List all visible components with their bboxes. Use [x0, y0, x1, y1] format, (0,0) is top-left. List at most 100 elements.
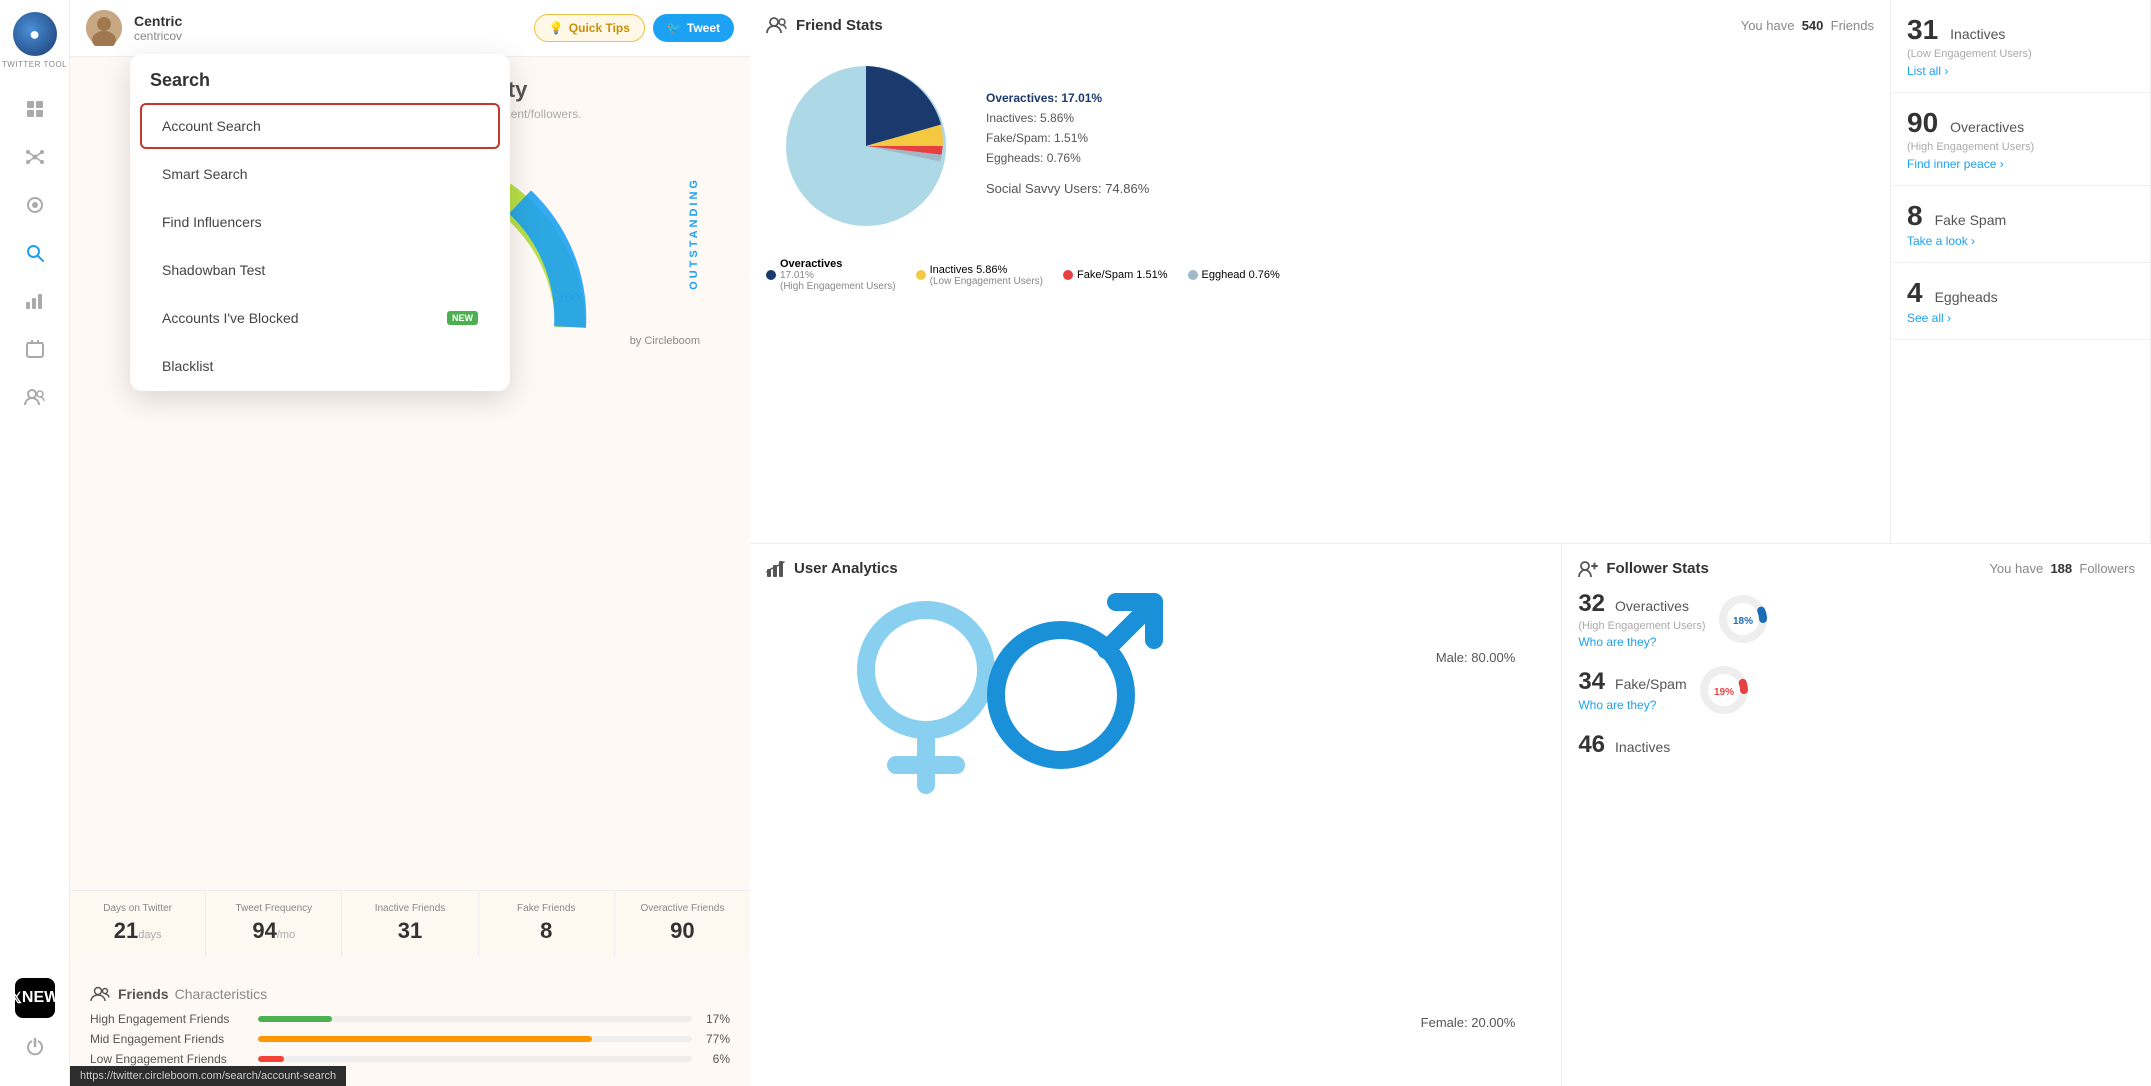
app-name: TWITTER TOOL — [2, 60, 67, 69]
legend-social-savvy: Social Savvy Users: 74.86% — [986, 181, 1149, 196]
quick-tips-button[interactable]: 💡 Quick Tips — [534, 14, 645, 42]
dropdown-item-find-influencers[interactable]: Find Influencers — [140, 199, 500, 245]
cat-fakespam-text: Fake/Spam 1.51% — [1077, 269, 1168, 281]
follower-link[interactable]: Who are they? — [1578, 698, 1686, 712]
female-symbol — [846, 600, 1006, 800]
stats-sidebar: 31 Inactives (Low Engagement Users) List… — [1891, 0, 2151, 543]
stat-card-eggheads: 4 Eggheads See all › — [1891, 263, 2150, 340]
cat-overactives: Overactives 17.01% (High Engagement User… — [766, 258, 896, 292]
user-info: Centric centricov — [134, 13, 522, 43]
dropdown-item-account-search[interactable]: Account Search — [140, 103, 500, 149]
follower-stats-label: Follower Stats — [1606, 560, 1709, 577]
user-analytics-title: User Analytics — [766, 560, 1545, 578]
pie-chart — [766, 46, 966, 246]
tweet-icon: 🐦 — [667, 21, 682, 35]
search-dropdown: Search Account SearchSmart SearchFind In… — [130, 54, 510, 391]
male-symbol — [986, 590, 1166, 770]
friend-bar-row: High Engagement Friends 17% — [90, 1012, 730, 1026]
bottom-row: User Analytics — [750, 544, 2151, 1086]
follower-items: 32 Overactives (High Engagement Users) W… — [1578, 590, 2135, 761]
follower-count-badge: You have 188 Followers — [1989, 561, 2135, 576]
user-handle: centricov — [134, 29, 522, 43]
dropdown-title: Search — [130, 54, 510, 101]
follower-stat-item-inactives: 46 Inactives — [1578, 731, 2135, 761]
stat-item-fake-friends: Fake Friends 8 — [479, 891, 615, 956]
sidebar-item-network[interactable] — [15, 137, 55, 177]
cat-fake-spam: Fake/Spam 1.51% — [1063, 258, 1168, 292]
left-panel: Centric centricov 💡 Quick Tips 🐦 Tweet S… — [70, 0, 750, 1086]
mini-donut: 18% — [1718, 594, 1768, 644]
friend-stats-title: Friend Stats You have 540 Friends — [766, 16, 1874, 34]
sidebar-bottom: 𝕏 NEW — [15, 978, 55, 1074]
stat-item-days-on-twitter: Days on Twitter 21days — [70, 891, 206, 956]
legend-fake-spam: Fake/Spam: 1.51% — [986, 131, 1149, 145]
sidebar-item-users[interactable] — [15, 377, 55, 417]
cat-egghead-text: Egghead 0.76% — [1202, 269, 1280, 281]
pie-legend: Overactives: 17.01% Inactives: 5.86% Fak… — [986, 91, 1149, 202]
friends-title: Friends Characteristics — [90, 986, 730, 1002]
cat-inactives: Inactives 5.86% (Low Engagement Users) — [916, 258, 1043, 292]
sidebar-item-analytics[interactable] — [15, 281, 55, 321]
char-word: Characteristics — [175, 986, 268, 1002]
header-actions: 💡 Quick Tips 🐦 Tweet — [534, 14, 734, 42]
fakespam-dot — [1063, 270, 1073, 280]
cat-labels: Overactives 17.01% (High Engagement User… — [766, 258, 1874, 292]
cat-overactives-text: Overactives 17.01% (High Engagement User… — [780, 258, 896, 292]
follower-link[interactable]: Who are they? — [1578, 635, 1705, 649]
follower-stats-title: Follower Stats You have 188 Followers — [1578, 560, 2135, 578]
stat-card-link[interactable]: Find inner peace › — [1907, 157, 2134, 171]
sidebar-item-monitor[interactable] — [15, 185, 55, 225]
user-analytics-label: User Analytics — [794, 560, 898, 577]
legend-inactives: Inactives: 5.86% — [986, 111, 1149, 125]
sidebar-item-x[interactable]: 𝕏 NEW — [15, 978, 55, 1018]
stat-card-inactives: 31 Inactives (Low Engagement Users) List… — [1891, 0, 2150, 93]
header-bar: Centric centricov 💡 Quick Tips 🐦 Tweet — [70, 0, 750, 57]
dropdown-item-accounts-i've-blocked[interactable]: Accounts I've BlockedNEW — [140, 295, 500, 341]
follower-stat-item-overactives: 32 Overactives (High Engagement Users) W… — [1578, 590, 2135, 649]
friend-stats-label: Friend Stats — [796, 17, 883, 34]
male-pct-label: Male: 80.00% — [1436, 650, 1516, 665]
stats-bar: Days on Twitter 21daysTweet Frequency 94… — [70, 890, 750, 956]
quick-tips-label: Quick Tips — [569, 21, 630, 35]
avatar — [86, 10, 122, 46]
sidebar: ● TWITTER TOOL 𝕏 NEW — [0, 0, 70, 1086]
sidebar-item-power[interactable] — [15, 1026, 55, 1066]
tweet-button[interactable]: 🐦 Tweet — [653, 14, 734, 42]
cat-egghead: Egghead 0.76% — [1188, 258, 1280, 292]
main-content: Centric centricov 💡 Quick Tips 🐦 Tweet S… — [70, 0, 2151, 1086]
pie-area: Overactives: 17.01% Inactives: 5.86% Fak… — [766, 46, 1874, 246]
female-pct-label: Female: 20.00% — [1421, 1015, 1516, 1030]
friends-word: Friends — [118, 986, 169, 1002]
stat-card-link[interactable]: See all › — [1907, 311, 2134, 325]
dropdown-item-smart-search[interactable]: Smart Search — [140, 151, 500, 197]
follower-stats-panel: Follower Stats You have 188 Followers 32… — [1562, 544, 2151, 1086]
sidebar-item-dashboard[interactable] — [15, 89, 55, 129]
outstanding-label: OUTSTANDING — [688, 177, 700, 290]
legend-overactives: Overactives: 17.01% — [986, 91, 1149, 105]
follower-stat-item-fake-spam: 34 Fake/Spam Who are they? 19% — [1578, 665, 2135, 715]
sidebar-item-trash[interactable] — [15, 329, 55, 369]
new-badge: NEW — [447, 311, 478, 325]
app-logo: ● — [13, 12, 57, 56]
dropdown-item-blacklist[interactable]: Blacklist — [140, 343, 500, 389]
friends-count-badge: You have 540 Friends — [1741, 18, 1874, 33]
stat-card-link[interactable]: List all › — [1907, 64, 2134, 78]
user-name: Centric — [134, 13, 522, 29]
stat-card-overactives: 90 Overactives (High Engagement Users) F… — [1891, 93, 2150, 186]
egghead-dot — [1188, 270, 1198, 280]
dropdown-item-shadowban-test[interactable]: Shadowban Test — [140, 247, 500, 293]
stat-item-inactive-friends: Inactive Friends 31 — [342, 891, 478, 956]
friend-bar-row: Low Engagement Friends 6% — [90, 1052, 730, 1066]
stat-card-link[interactable]: Take a look › — [1907, 234, 2134, 248]
sidebar-item-search[interactable] — [15, 233, 55, 273]
stat-item-tweet-frequency: Tweet Frequency 94/mo — [206, 891, 342, 956]
stat-card-fake-spam: 8 Fake Spam Take a look › — [1891, 186, 2150, 263]
tips-icon: 💡 — [549, 21, 564, 35]
right-panel: Friend Stats You have 540 Friends — [750, 0, 2151, 1086]
new-badge: NEW — [22, 989, 59, 1007]
x-logo: 𝕏 — [10, 989, 22, 1007]
tweet-label: Tweet — [687, 21, 720, 35]
mini-donut: 19% — [1699, 665, 1749, 715]
overactives-dot — [766, 270, 776, 280]
stat-item-overactive-friends: Overactive Friends 90 — [615, 891, 750, 956]
